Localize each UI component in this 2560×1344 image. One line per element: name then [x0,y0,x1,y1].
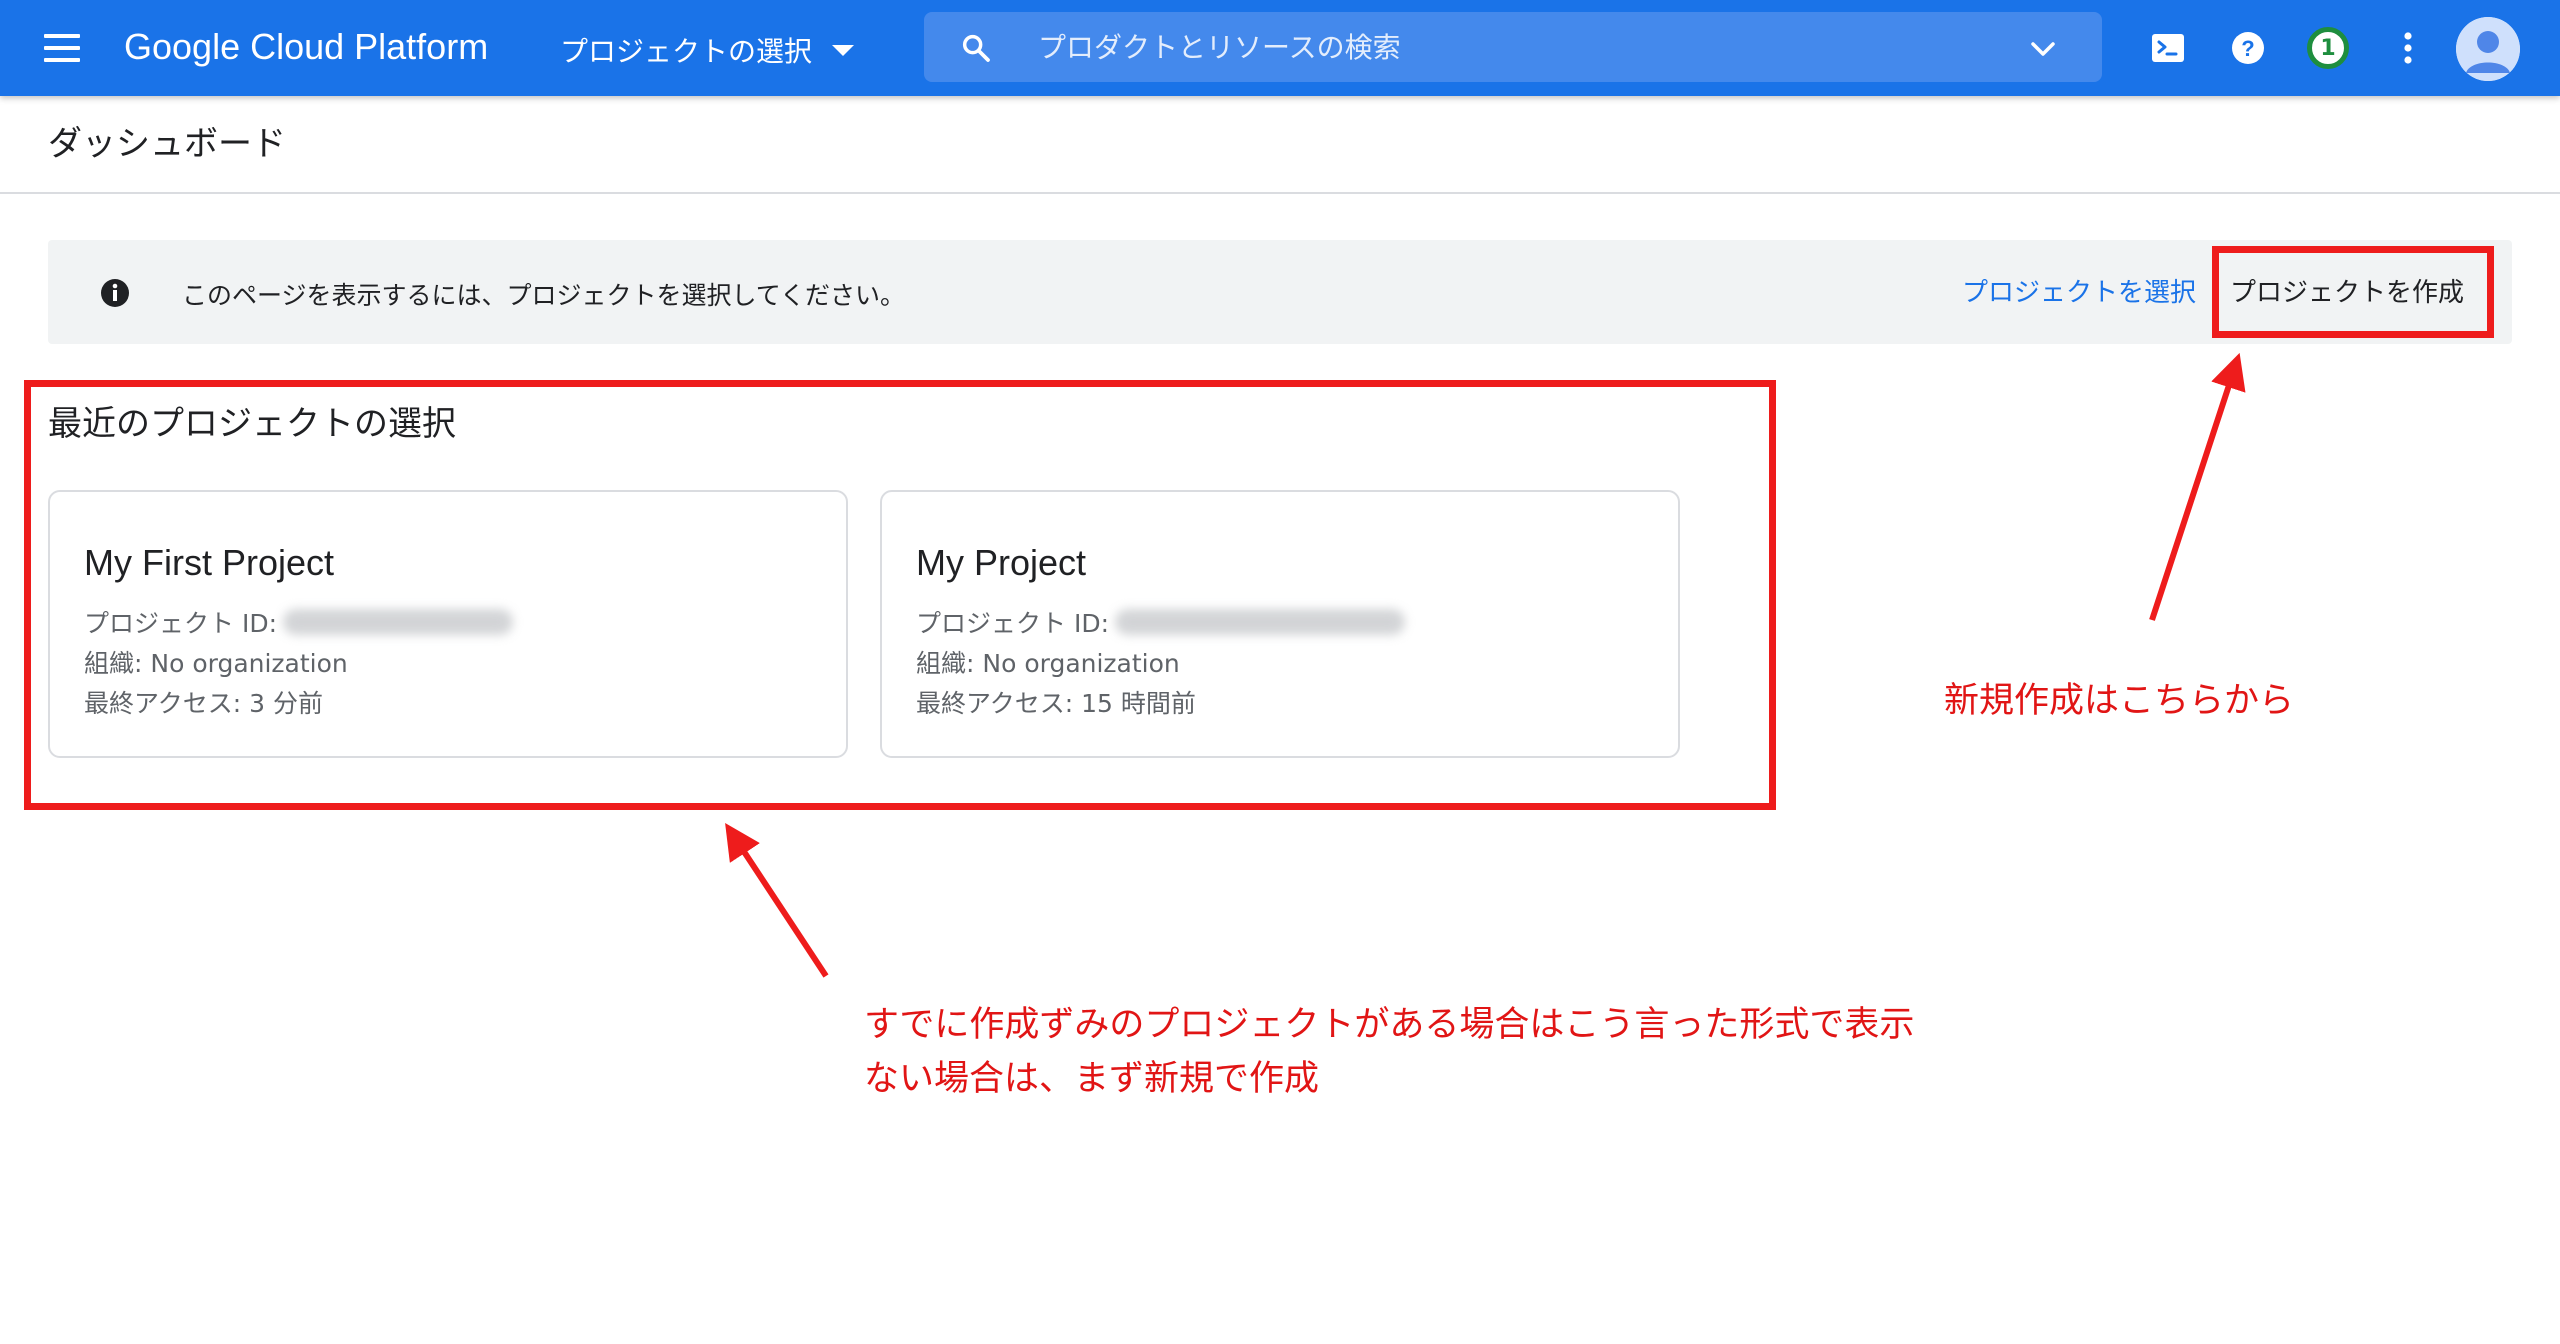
user-avatar-icon [2456,17,2520,81]
terminal-icon [2152,34,2184,62]
arrow-to-create-button [2149,352,2246,621]
create-project-button[interactable]: プロジェクトを作成 [2230,272,2464,309]
recent-projects-title: 最近のプロジェクトの選択 [48,404,456,444]
notifications-button[interactable]: 1 [2304,24,2352,72]
help-button[interactable]: ? [2224,24,2272,72]
project-picker-label: プロジェクトの選択 [560,35,813,68]
project-card[interactable]: My Project プロジェクト ID: 組織: No organizatio… [880,490,1680,758]
project-last-access: 最終アクセス: 15 時間前 [916,689,1196,718]
page-title: ダッシュボード [48,124,286,164]
svg-text:?: ? [2241,36,2254,61]
annotation-recent-note-line1: すでに作成ずみのプロジェクトがある場合はこう言った形式で表示 [864,1005,1915,1045]
annotation-recent-note-line2: ない場合は、まず新規で作成 [864,1059,1320,1099]
chevron-down-icon[interactable] [2026,34,2060,64]
help-icon: ? [2232,32,2264,64]
hamburger-menu-icon[interactable] [40,28,88,68]
redacted-project-id [283,609,513,635]
project-last-access: 最終アクセス: 3 分前 [84,689,323,718]
redacted-project-id [1115,609,1405,635]
project-organization: 組織: No organization [916,649,1180,678]
project-id-label: プロジェクト ID: [916,609,1109,638]
project-card[interactable]: My First Project プロジェクト ID: 組織: No organ… [48,490,848,758]
annotation-create-note: 新規作成はこちらから [1944,681,2295,721]
project-organization: 組織: No organization [84,649,348,678]
select-project-banner: このページを表示するには、プロジェクトを選択してください。 プロジェクトを選択 … [48,240,2512,344]
arrow-to-recent-projects [725,822,829,978]
search-icon [962,34,990,62]
caret-down-icon [832,44,855,56]
search-input[interactable] [1036,20,1936,74]
project-id-line: プロジェクト ID: [916,604,1405,640]
project-picker-button[interactable]: プロジェクトの選択 [560,30,855,70]
project-id-line: プロジェクト ID: [84,604,513,640]
search-box[interactable] [924,12,2102,82]
info-icon [101,279,129,307]
more-vert-icon [2404,32,2412,64]
banner-message: このページを表示するには、プロジェクトを選択してください。 [182,281,906,310]
project-name: My Project [916,542,1087,583]
account-avatar[interactable] [2456,17,2520,81]
top-app-bar: Google Cloud Platform プロジェクトの選択 ? 1 [0,0,2560,96]
project-name: My First Project [84,542,335,583]
cloud-shell-button[interactable] [2144,24,2192,72]
page-header: ダッシュボード [0,96,2560,194]
product-logo[interactable]: Google Cloud Platform [124,26,488,68]
notification-count-badge: 1 [2307,27,2349,69]
select-project-button[interactable]: プロジェクトを選択 [1962,272,2196,309]
project-id-label: プロジェクト ID: [84,609,277,638]
more-options-button[interactable] [2384,24,2432,72]
